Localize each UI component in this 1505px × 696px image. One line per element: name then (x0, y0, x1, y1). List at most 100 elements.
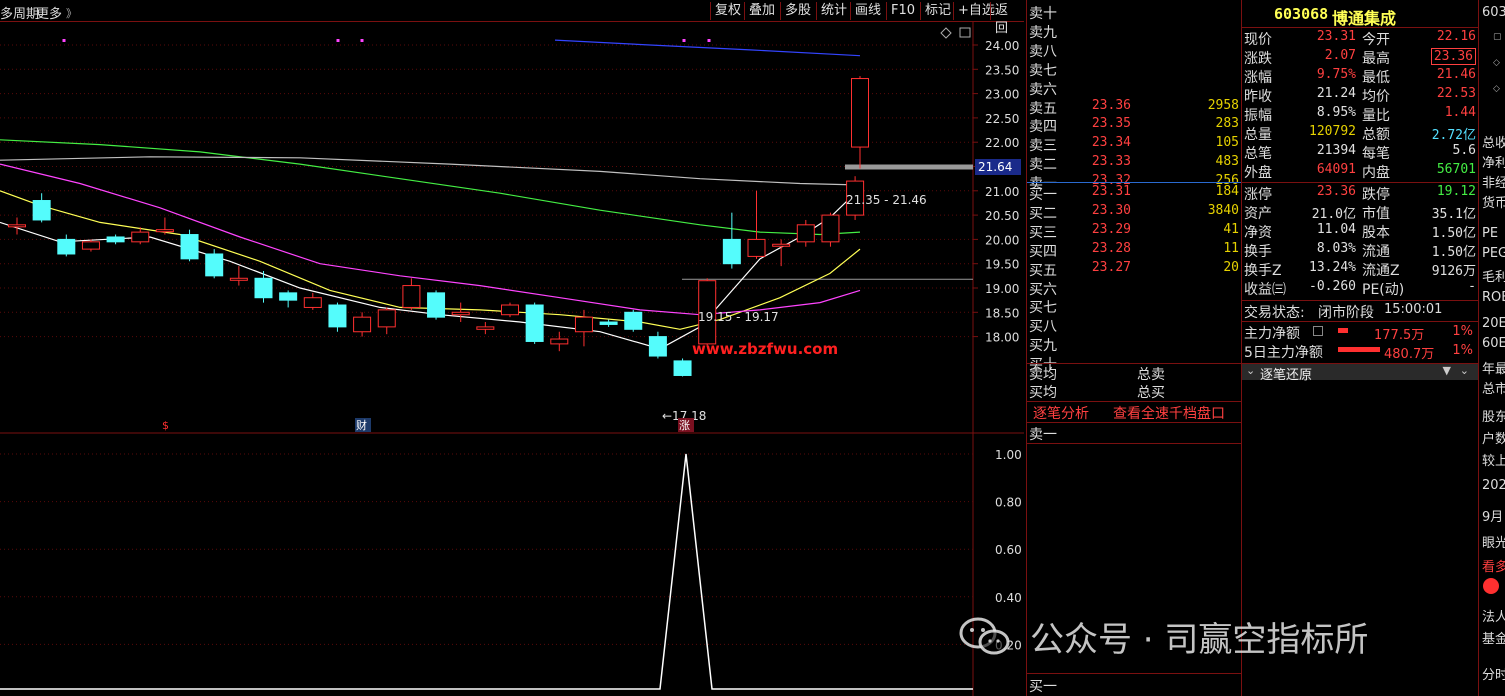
side-scroll-icon[interactable]: ◇ (1493, 84, 1500, 94)
order-book-row[interactable]: 卖八 (1027, 41, 1241, 60)
candle[interactable] (377, 307, 396, 335)
toolbar-button-4[interactable]: 画线 (850, 2, 885, 20)
side-strip-item[interactable]: 眼光 (1482, 532, 1505, 551)
event-marker-cai[interactable]: 财 (356, 418, 367, 432)
more-menu[interactable]: 更多 (36, 3, 62, 22)
side-strip-item[interactable]: 较上 (1482, 450, 1505, 469)
candle[interactable] (303, 292, 322, 310)
candle[interactable] (648, 331, 667, 359)
candle[interactable] (501, 302, 519, 318)
side-strip-item[interactable]: 总市 (1482, 378, 1505, 397)
order-book-row[interactable]: 买三 23.29 41 (1027, 222, 1241, 241)
candle[interactable] (747, 190, 766, 259)
side-strip-item[interactable]: 20E (1482, 316, 1505, 331)
collapse-chevron-icon[interactable]: ⌄ (1246, 364, 1255, 377)
toolbar-button-6[interactable]: 标记 (920, 2, 955, 20)
candle[interactable] (205, 249, 224, 279)
candle[interactable] (821, 212, 840, 247)
event-marker-zhang[interactable]: 涨 (679, 419, 690, 432)
stat-row: 涨跌 2.07 最高 23.36 (1242, 48, 1478, 67)
order-book-row[interactable]: 卖七 (1027, 60, 1241, 79)
candle[interactable] (155, 217, 174, 235)
dropdown-icon[interactable]: ⌄ (1460, 364, 1469, 377)
order-book-row[interactable]: 卖九 (1027, 22, 1241, 41)
more-chevron-icon[interactable]: 》 (66, 5, 77, 21)
side-strip-item[interactable]: 法人 (1482, 606, 1505, 625)
full-depth-link[interactable]: 查看全速千档盘口 (1113, 403, 1225, 423)
toolbar-button-5[interactable]: F10 (886, 2, 919, 20)
candle[interactable] (574, 309, 593, 347)
period-menu[interactable]: 多周期 (0, 3, 39, 22)
kline-chart[interactable]: 24.0023.5023.0022.5022.0021.5021.0020.50… (0, 22, 1024, 696)
candle[interactable] (722, 212, 741, 269)
candle[interactable] (81, 239, 100, 252)
order-book-row[interactable]: 卖二 23.33 483 (1027, 154, 1241, 173)
side-strip-item[interactable]: 603 (1482, 5, 1505, 20)
candle[interactable] (279, 290, 298, 308)
candle[interactable] (451, 302, 470, 323)
candle[interactable] (427, 290, 446, 320)
side-strip-item[interactable]: 60E (1482, 336, 1505, 351)
candle[interactable] (525, 302, 544, 344)
candle[interactable] (57, 234, 76, 257)
candle[interactable] (476, 322, 495, 335)
toolbar-button-3[interactable]: 统计 (816, 2, 851, 20)
candle[interactable] (328, 302, 347, 332)
order-book-row[interactable]: 买五 23.27 20 (1027, 260, 1241, 279)
candle[interactable] (550, 331, 569, 352)
candle[interactable] (673, 358, 692, 377)
main-net-chart-icon[interactable] (1313, 326, 1323, 336)
candle[interactable] (353, 312, 372, 337)
stat-row: 现价 23.31 今开 22.16 (1242, 29, 1478, 48)
toolbar-button-8[interactable]: 返回 (990, 2, 1024, 36)
candle[interactable] (624, 309, 643, 332)
side-strip-item[interactable]: ROE (1482, 290, 1505, 305)
side-strip-item[interactable]: 户数 (1482, 428, 1505, 447)
order-book-row[interactable]: 卖四 23.35 283 (1027, 116, 1241, 135)
side-strip-item[interactable]: 货币 (1482, 192, 1505, 211)
order-book-row[interactable]: 买六 (1027, 279, 1241, 298)
order-book-row[interactable]: 买二 23.30 3840 (1027, 203, 1241, 222)
side-strip-item[interactable]: 看多 (1482, 556, 1505, 575)
order-book-row[interactable]: 卖五 23.36 2958 (1027, 98, 1241, 117)
candle[interactable] (796, 219, 815, 247)
side-strip-item[interactable]: 总收 (1482, 132, 1505, 151)
order-book-row[interactable]: 买九 (1027, 335, 1241, 354)
side-strip-item[interactable]: PE (1482, 226, 1498, 241)
candle[interactable] (106, 234, 125, 245)
candle[interactable] (8, 217, 26, 235)
candle[interactable] (851, 76, 869, 169)
order-book-row[interactable]: 卖六 (1027, 79, 1241, 98)
side-strip-item[interactable]: 9月 (1482, 506, 1503, 525)
filter-icon[interactable]: ▼ (1443, 364, 1451, 377)
side-strip-item[interactable]: PEG (1482, 246, 1505, 261)
candle[interactable] (32, 193, 51, 223)
side-strip-item[interactable]: 毛利 (1482, 266, 1505, 285)
event-marker-s[interactable]: $ (162, 419, 169, 432)
candle[interactable] (229, 266, 248, 286)
candle[interactable] (402, 278, 421, 310)
side-strip-item[interactable]: 净利 (1482, 152, 1505, 171)
order-book-row[interactable]: 卖十 (1027, 3, 1241, 22)
side-strip-item[interactable]: 202 (1482, 478, 1505, 493)
order-book-row[interactable]: 买一 23.31 184 (1027, 184, 1241, 203)
side-scroll-icon[interactable]: ▢ (1493, 32, 1502, 42)
order-book-row[interactable]: 卖三 23.34 105 (1027, 135, 1241, 154)
candle[interactable] (180, 229, 199, 262)
side-strip-item[interactable]: 非经 (1482, 172, 1505, 191)
toolbar-button-1[interactable]: 叠加 (744, 2, 779, 20)
side-strip-item[interactable]: 股东 (1482, 406, 1505, 425)
like-icon[interactable] (1483, 578, 1499, 594)
candle[interactable] (599, 319, 618, 327)
tick-analysis-link[interactable]: 逐笔分析 (1033, 403, 1089, 423)
chart-settings-icon[interactable] (940, 27, 971, 39)
order-book-row[interactable]: 买八 (1027, 316, 1241, 335)
side-scroll-icon[interactable]: ◇ (1493, 58, 1500, 68)
toolbar-button-0[interactable]: 复权 (710, 2, 745, 20)
order-book-row[interactable]: 买七 (1027, 297, 1241, 316)
side-strip-item[interactable]: 分时 (1482, 664, 1505, 683)
toolbar-button-2[interactable]: 多股 (780, 2, 815, 20)
order-book-row[interactable]: 买四 23.28 11 (1027, 241, 1241, 260)
side-strip-item[interactable]: 年最 (1482, 358, 1505, 377)
side-strip-item[interactable]: 基金 (1482, 628, 1505, 647)
